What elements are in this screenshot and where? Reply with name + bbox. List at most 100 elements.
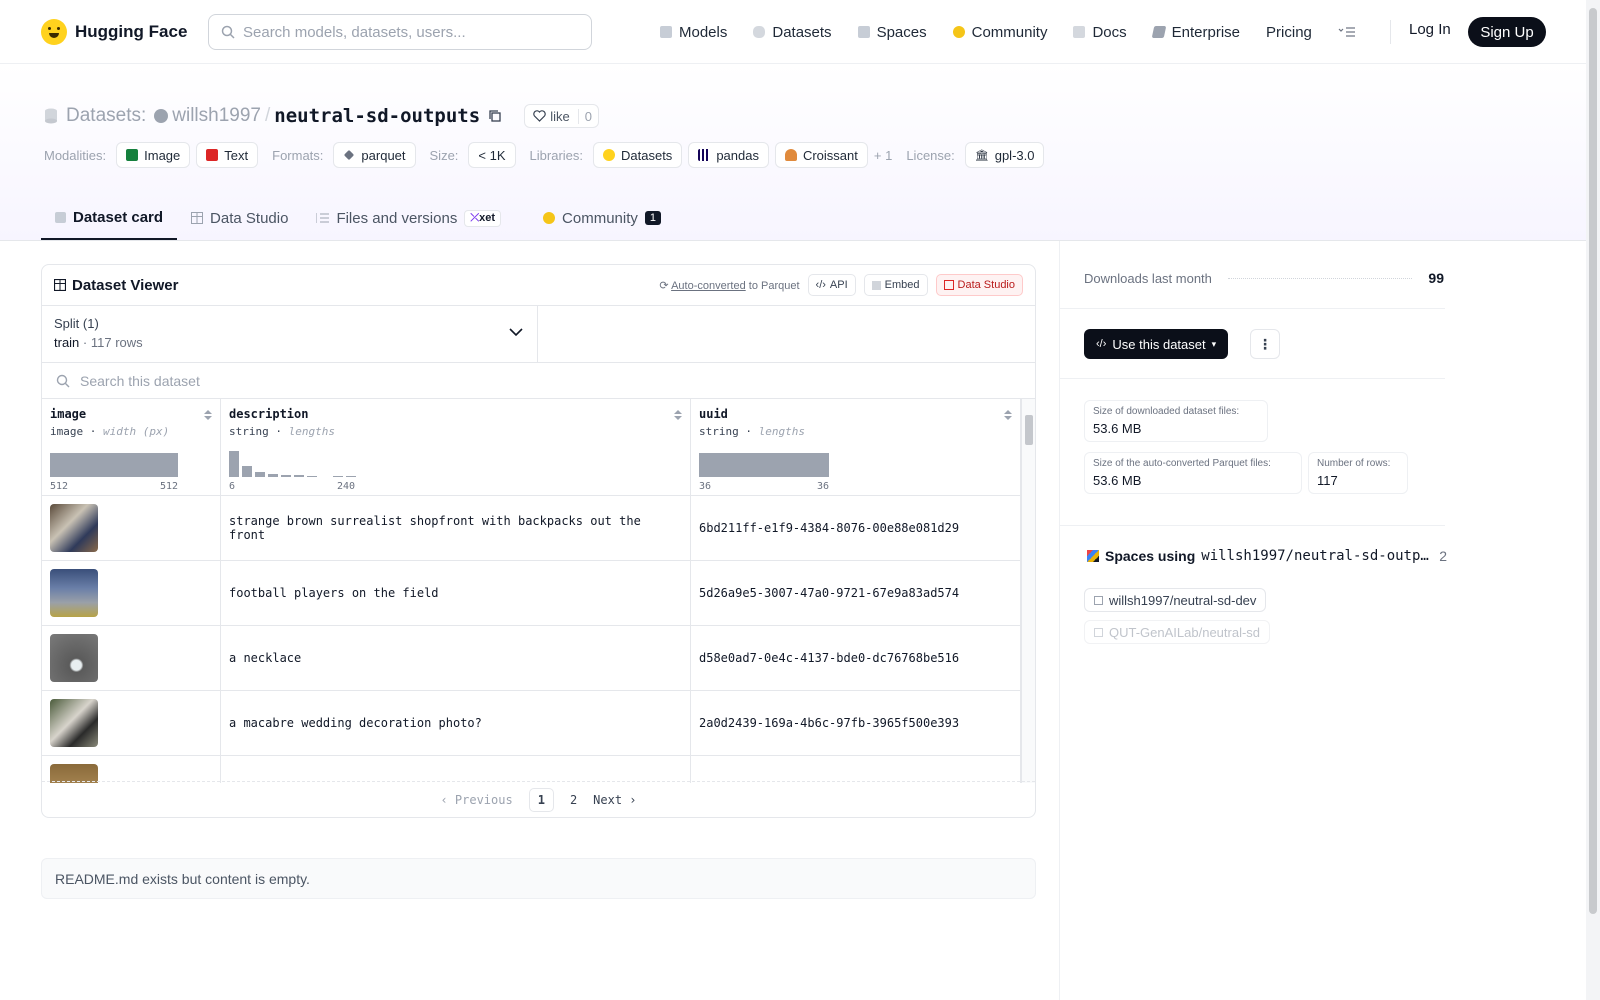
image-cell[interactable]: [42, 626, 221, 690]
table-row[interactable]: strange brown surrealist shopfront with …: [42, 496, 1035, 561]
nav-datasets[interactable]: Datasets: [753, 24, 832, 41]
previous-page-button[interactable]: ‹ Previous: [440, 793, 512, 807]
owner-link[interactable]: willsh1997: [172, 105, 261, 127]
length-histogram[interactable]: [229, 451, 359, 477]
page-2-button[interactable]: 2: [570, 793, 577, 807]
uuid-cell[interactable]: 2a0d2439-169a-4b6c-97fb-3965f500e393: [691, 691, 1021, 755]
column-type: string: [229, 425, 269, 438]
hugging-face-logo-icon: [41, 18, 67, 45]
api-button[interactable]: ‹/› API: [807, 274, 856, 296]
page-1-button[interactable]: 1: [528, 787, 554, 812]
uuid-cell[interactable]: 6bd211ff-e1f9-4384-8076-00e88e081d29: [691, 496, 1021, 560]
code-icon: ‹/›: [815, 279, 826, 291]
sidebar-separator: [1060, 525, 1445, 526]
uuid-length-histogram[interactable]: [699, 451, 829, 477]
nav-pricing[interactable]: Pricing: [1266, 24, 1312, 41]
description-cell[interactable]: a necklace: [221, 626, 691, 690]
xet-badge: ⤫xet: [464, 209, 502, 227]
tag-pandas[interactable]: pandas: [688, 142, 769, 168]
description-cell[interactable]: a macabre wedding decoration photo?: [221, 691, 691, 755]
next-page-button[interactable]: Next ›: [593, 793, 636, 807]
nav-spaces[interactable]: Spaces: [857, 24, 927, 41]
description-cell[interactable]: [221, 756, 691, 783]
dataset-name[interactable]: neutral-sd-outputs: [274, 105, 480, 127]
column-header-uuid[interactable]: uuid string · lengths 36 36: [691, 399, 1021, 495]
docs-icon: [1073, 26, 1086, 38]
nav-docs[interactable]: Docs: [1073, 24, 1127, 41]
dataset-search-input[interactable]: Search this dataset: [42, 363, 1035, 399]
models-icon: [660, 26, 672, 38]
table-row[interactable]: football players on the field 5d26a9e5-3…: [42, 561, 1035, 626]
use-dataset-button[interactable]: ‹/› Use this dataset ▾: [1084, 329, 1229, 359]
window-scrollbar[interactable]: [1586, 0, 1600, 1000]
uuid-cell[interactable]: 5d26a9e5-3007-47a0-9721-67e9a83ad574: [691, 561, 1021, 625]
uuid-cell[interactable]: [691, 756, 1021, 783]
repo-tabs: Dataset card Data Studio Files and versi…: [41, 196, 675, 240]
sort-icon[interactable]: [674, 409, 682, 421]
tab-data-studio[interactable]: Data Studio: [177, 196, 302, 240]
tab-community-label: Community: [562, 209, 638, 227]
description-cell[interactable]: football players on the field: [221, 561, 691, 625]
more-libraries[interactable]: + 1: [874, 148, 892, 163]
width-histogram[interactable]: [50, 451, 178, 477]
tab-files-versions[interactable]: Files and versions ⤫xet: [302, 196, 515, 240]
tag-license[interactable]: 🏛 gpl-3.0: [964, 142, 1045, 168]
image-thumbnail[interactable]: [50, 634, 98, 682]
more-options-button[interactable]: ⋮: [1250, 329, 1280, 359]
space-link[interactable]: willsh1997/neutral-sd-dev: [1084, 588, 1267, 612]
image-cell[interactable]: [42, 561, 221, 625]
tag-parquet[interactable]: parquet: [333, 142, 416, 168]
owner-avatar[interactable]: [154, 109, 169, 123]
tag-croissant[interactable]: Croissant: [774, 142, 868, 168]
license-label: License:: [906, 147, 955, 163]
scrollbar-thumb[interactable]: [1025, 415, 1033, 445]
embed-button[interactable]: Embed: [863, 274, 928, 296]
signup-button[interactable]: Sign Up: [1468, 17, 1546, 47]
table-row[interactable]: a macabre wedding decoration photo? 2a0d…: [42, 691, 1035, 756]
sort-icon[interactable]: [204, 409, 212, 421]
tag-size[interactable]: < 1K: [468, 142, 516, 168]
auto-converted-link[interactable]: Auto-converted: [671, 280, 746, 292]
dataset-card-icon: [55, 211, 66, 223]
brand-logo[interactable]: Hugging Face: [41, 18, 187, 45]
window-scrollbar-thumb[interactable]: [1589, 8, 1597, 914]
description-cell[interactable]: strange brown surrealist shopfront with …: [221, 496, 691, 560]
tab-community[interactable]: Community 1: [529, 196, 675, 240]
copy-icon[interactable]: [488, 109, 502, 123]
image-thumbnail[interactable]: [50, 569, 98, 617]
data-studio-button[interactable]: Data Studio: [935, 274, 1023, 296]
global-search-input[interactable]: Search models, datasets, users...: [208, 14, 592, 50]
table-icon: [191, 212, 204, 224]
login-link[interactable]: Log In: [1409, 21, 1451, 38]
downloads-sparkline: [1227, 277, 1413, 279]
dataset-viewer: Dataset Viewer ⟳ Auto-converted to Parqu…: [41, 264, 1036, 818]
like-button[interactable]: like 0: [524, 104, 599, 128]
nav-enterprise[interactable]: Enterprise: [1151, 24, 1240, 41]
auto-converted-info[interactable]: ⟳ Auto-converted to Parquet: [659, 279, 799, 292]
spaces-icon: [1087, 550, 1099, 562]
image-cell[interactable]: [42, 496, 221, 560]
nav-more-menu[interactable]: [1338, 26, 1356, 38]
table-scrollbar[interactable]: [1021, 399, 1035, 783]
section-label[interactable]: Datasets:: [66, 105, 146, 127]
data-table: image image · width (px) 512 512 descript…: [42, 399, 1035, 783]
column-header-image[interactable]: image image · width (px) 512 512: [42, 399, 221, 495]
image-cell[interactable]: [42, 756, 221, 783]
tab-dataset-card[interactable]: Dataset card: [41, 196, 178, 240]
image-cell[interactable]: [42, 691, 221, 755]
image-thumbnail[interactable]: [50, 504, 98, 552]
image-thumbnail[interactable]: [50, 699, 98, 747]
column-header-description[interactable]: description string · lengths 6 240: [221, 399, 691, 495]
tag-image[interactable]: Image: [116, 142, 191, 168]
uuid-cell[interactable]: d58e0ad7-0e4c-4137-bde0-dc76768be516: [691, 626, 1021, 690]
nav-community[interactable]: Community: [952, 24, 1047, 41]
nav-models[interactable]: Models: [660, 24, 727, 41]
split-selector[interactable]: Split (1) train · 117 rows: [42, 306, 538, 362]
space-link[interactable]: QUT-GenAILab/neutral-sd: [1084, 620, 1271, 644]
table-row[interactable]: [42, 756, 1035, 783]
sort-icon[interactable]: [1004, 409, 1012, 421]
table-row[interactable]: a necklace d58e0ad7-0e4c-4137-bde0-dc767…: [42, 626, 1035, 691]
tag-text[interactable]: Text: [196, 142, 259, 168]
use-dataset-label: Use this dataset: [1112, 336, 1206, 352]
tag-datasets-library[interactable]: Datasets: [593, 142, 683, 168]
